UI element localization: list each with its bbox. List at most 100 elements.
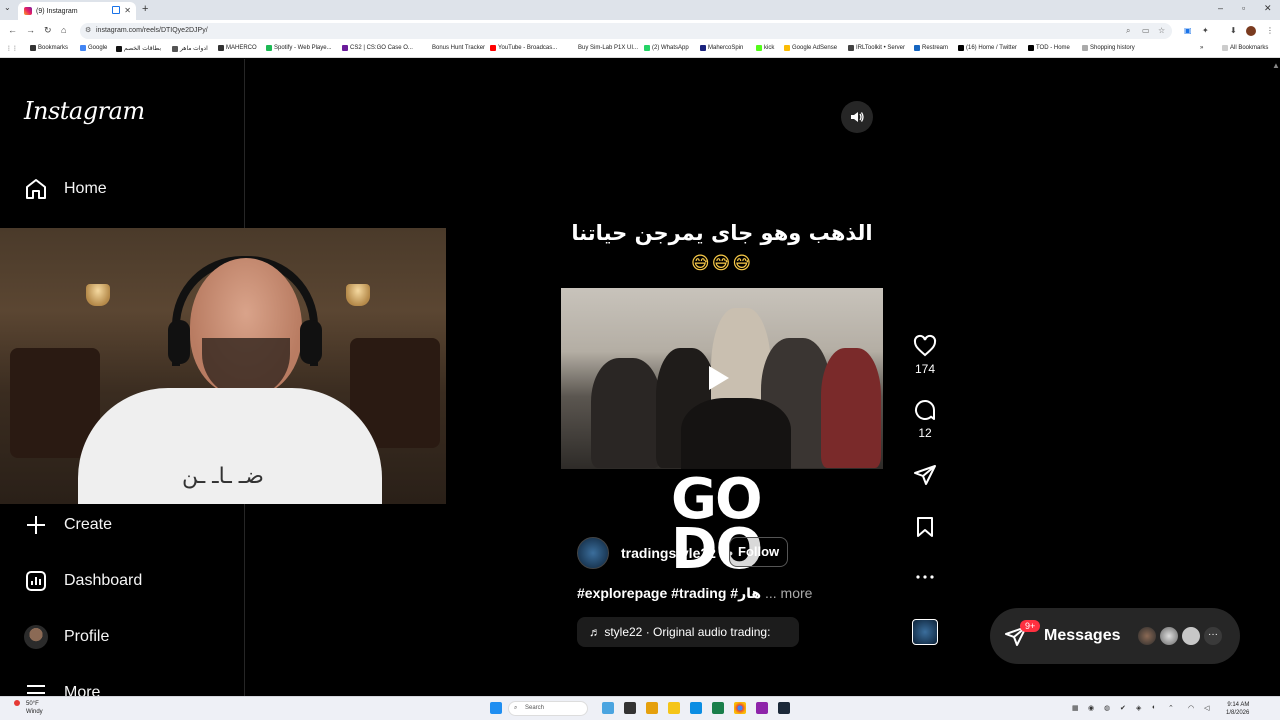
reel-video[interactable]: الذهب وهو جاى يمرجن حياتنا 😅😅😅 GO DO tra… xyxy=(561,93,883,663)
volume-tray-icon[interactable]: ◁ xyxy=(1204,704,1209,712)
author-avatar[interactable] xyxy=(577,537,609,569)
edge-icon[interactable] xyxy=(690,702,702,714)
like-action[interactable]: 174 xyxy=(905,334,945,376)
forward-icon[interactable]: → xyxy=(26,25,35,35)
send-icon[interactable] xyxy=(913,463,937,487)
tray-icon[interactable]: ◉ xyxy=(1088,704,1094,712)
sidebar-item-home[interactable]: Home xyxy=(24,177,107,201)
back-icon[interactable]: ← xyxy=(8,25,17,35)
close-window-icon[interactable]: ✕ xyxy=(1264,3,1272,14)
bookmark-item[interactable]: Bookmarks xyxy=(30,45,68,51)
app-icon[interactable] xyxy=(646,702,658,714)
cast-icon[interactable]: ▭ xyxy=(1142,23,1150,39)
site-info-icon[interactable]: ⚙ xyxy=(85,23,91,39)
sidebar-item-profile[interactable]: Profile xyxy=(24,625,109,649)
follow-button[interactable]: Follow xyxy=(729,537,789,567)
home-browser-icon[interactable]: ⌂ xyxy=(61,25,66,35)
more-options-icon[interactable] xyxy=(905,565,945,589)
bookmark-item[interactable]: Bonus Hunt Tracker xyxy=(424,45,485,51)
downloads-icon[interactable]: ⬇ xyxy=(1230,26,1237,35)
widgets-icon[interactable] xyxy=(602,702,614,714)
all-bookmarks[interactable]: All Bookmarks xyxy=(1222,45,1268,51)
tray-icon[interactable]: ✔ xyxy=(1120,704,1126,712)
extension-icon[interactable]: ▣ xyxy=(1184,26,1192,35)
reload-icon[interactable]: ↻ xyxy=(44,25,52,36)
bookmark-item[interactable]: ادوات ماهر xyxy=(172,45,208,52)
play-icon[interactable] xyxy=(709,366,729,390)
heart-icon[interactable] xyxy=(913,334,937,358)
hashtags-text[interactable]: #explorepage #trading #هار xyxy=(577,585,761,601)
bookmark-item[interactable]: Restream xyxy=(914,45,948,51)
dashboard-icon xyxy=(24,569,48,593)
bookmark-item[interactable]: MahercoSpin xyxy=(700,45,743,51)
new-tab-icon[interactable]: + xyxy=(142,3,148,15)
comment-action[interactable]: 12 xyxy=(905,398,945,440)
audio-thumbnail[interactable] xyxy=(912,619,938,645)
extensions-icon[interactable]: ✦ xyxy=(1202,26,1209,35)
tab-search-icon[interactable]: ⌄ xyxy=(4,3,11,12)
task-view-icon[interactable] xyxy=(624,702,636,714)
weather-widget[interactable]: 50°F Windy xyxy=(14,700,43,716)
tray-icon[interactable]: ◍ xyxy=(1104,704,1110,712)
tab-instagram[interactable]: (9) Instagram ✕ xyxy=(18,2,136,20)
bookmark-item[interactable]: (2) WhatsApp xyxy=(644,45,689,51)
bookmark-item[interactable]: YouTube - Broadcas... xyxy=(490,45,557,51)
tray-icon[interactable]: ◐ xyxy=(1152,704,1156,711)
bookmark-item[interactable]: MAHERCO xyxy=(218,45,257,51)
bookmark-item[interactable]: Shopping history xyxy=(1082,45,1135,51)
apps-icon[interactable]: ⋮⋮ xyxy=(6,45,18,52)
save-action[interactable] xyxy=(905,515,945,539)
tray-overflow-icon[interactable]: ⌃ xyxy=(1168,704,1174,712)
tab-title: (9) Instagram xyxy=(36,7,78,15)
messages-button[interactable]: 9+ Messages ··· xyxy=(990,608,1240,664)
bookmark-item[interactable]: Buy Sim-Lab P1X UI... xyxy=(570,45,638,51)
bookmark-item[interactable]: Google AdSense xyxy=(784,45,837,51)
bookmark-item[interactable]: CS2 | CS:GO Case O... xyxy=(342,45,413,51)
sidebar-item-dashboard[interactable]: Dashboard xyxy=(24,569,142,593)
audio-pill[interactable]: ♬ style22 · Original audio trading: xyxy=(577,617,799,647)
steam-icon[interactable] xyxy=(778,702,790,714)
comment-icon[interactable] xyxy=(913,398,937,422)
bookmark-item[interactable]: (16) Home / Twitter xyxy=(958,45,1017,51)
share-action[interactable] xyxy=(905,463,945,487)
bookmarks-overflow-icon[interactable]: » xyxy=(1200,45,1203,51)
weather-alert-icon xyxy=(14,700,20,706)
url-field[interactable]: ⚙ instagram.com/reels/DTIQye2DJPy/ ⌕ ▭ ☆ xyxy=(80,23,1172,39)
messages-badge: 9+ xyxy=(1020,620,1041,632)
app-icon[interactable] xyxy=(712,702,724,714)
menu-kebab-icon[interactable]: ⋮ xyxy=(1266,26,1274,35)
chrome-icon[interactable] xyxy=(734,702,746,714)
scroll-up-icon[interactable]: ▲ xyxy=(1272,61,1280,70)
volume-icon[interactable] xyxy=(841,101,873,133)
close-tab-icon[interactable]: ✕ xyxy=(124,6,131,15)
app-icon[interactable] xyxy=(756,702,768,714)
taskbar-search[interactable]: ⌕ Search xyxy=(508,701,588,716)
profile-avatar-icon[interactable] xyxy=(1246,26,1256,36)
reel-overlay-emojis: 😅😅😅 xyxy=(690,253,754,273)
bookmark-icon[interactable] xyxy=(913,515,937,539)
reel-author[interactable]: tradingstyle22 • xyxy=(577,537,733,569)
bookmark-item[interactable]: kick xyxy=(756,45,774,51)
bookmark-item[interactable]: IRLToolkit • Server xyxy=(848,45,905,51)
star-icon[interactable]: ☆ xyxy=(1158,23,1165,39)
more-link[interactable]: ... more xyxy=(765,585,812,601)
author-username[interactable]: tradingstyle22 xyxy=(621,545,716,561)
bookmark-item[interactable]: Google xyxy=(80,45,107,51)
sidebar-item-create[interactable]: Create xyxy=(24,513,112,537)
minimize-icon[interactable]: – xyxy=(1218,3,1223,13)
file-explorer-icon[interactable] xyxy=(668,702,680,714)
start-icon[interactable] xyxy=(490,702,502,714)
shirt-text: ضـ ـاـ ـن xyxy=(182,464,264,489)
browser-tab-bar: ⌄ (9) Instagram ✕ + – ▫ ✕ xyxy=(0,0,1280,20)
tray-icon[interactable]: ▦ xyxy=(1072,704,1079,712)
comment-count: 12 xyxy=(918,426,932,440)
wifi-icon[interactable]: ◠ xyxy=(1188,704,1194,712)
maximize-icon[interactable]: ▫ xyxy=(1242,3,1245,13)
bookmark-item[interactable]: Spotify - Web Playe... xyxy=(266,45,332,51)
taskbar-clock[interactable]: 9:14 AM 1/8/2026 xyxy=(1226,701,1249,717)
zoom-icon[interactable]: ⌕ xyxy=(1126,23,1130,39)
tray-icon[interactable]: ◈ xyxy=(1136,704,1141,712)
instagram-logo[interactable]: Instagram xyxy=(24,97,145,125)
bookmark-item[interactable]: TOD - Home xyxy=(1028,45,1070,51)
bookmark-item[interactable]: بطاقات الخصم xyxy=(116,45,161,52)
